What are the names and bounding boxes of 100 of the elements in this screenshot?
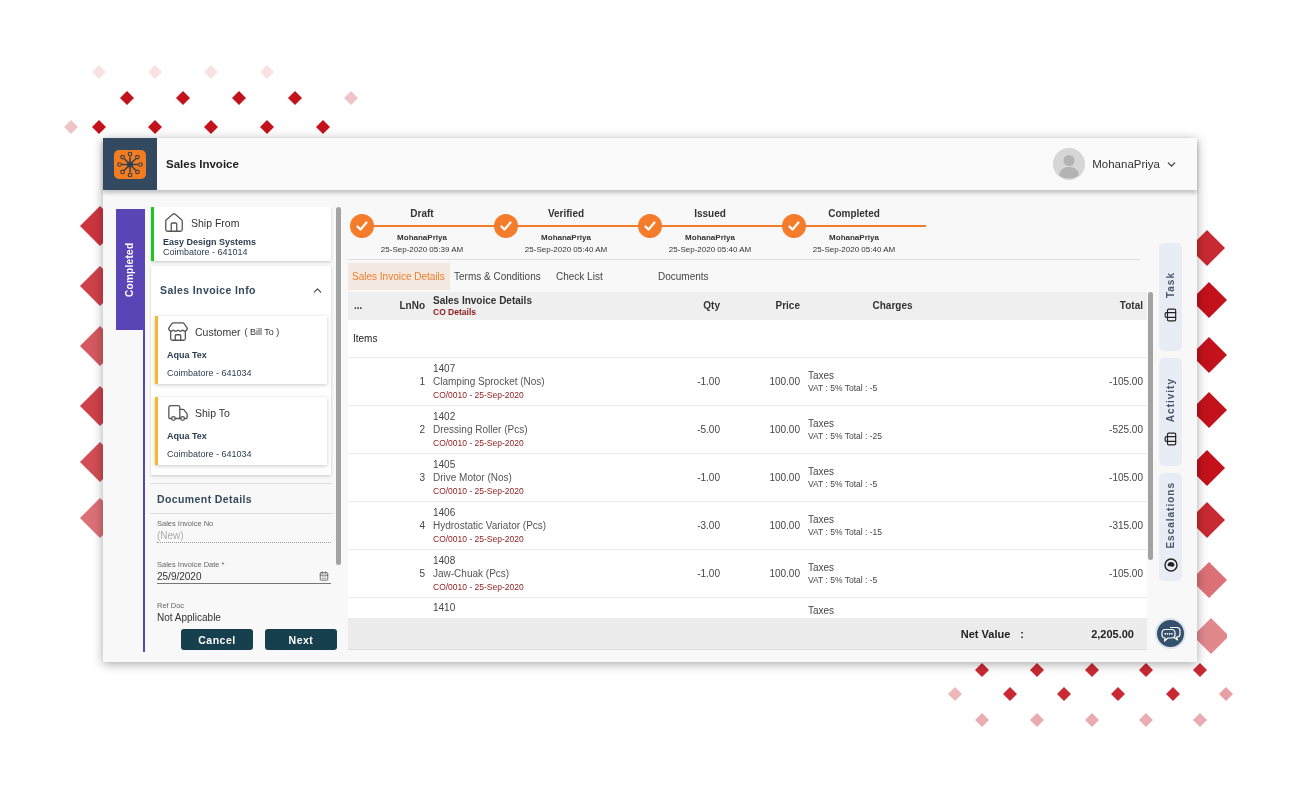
- charge-type: Taxes: [808, 561, 836, 574]
- party-address: Coimbatore - 641014: [163, 247, 249, 257]
- group-label: Items: [353, 333, 378, 344]
- briefcase-icon: [1163, 308, 1178, 323]
- charge-type: Taxes: [808, 465, 836, 478]
- charge-detail: VAT : 5% Total : -15: [808, 526, 884, 538]
- summary-label: Net Value: [960, 627, 1011, 640]
- column-subheader: CO Details: [433, 307, 477, 317]
- house-icon: [163, 212, 185, 234]
- chat-button[interactable]: [1155, 618, 1186, 649]
- table-cell-text: -315.00: [1108, 519, 1144, 532]
- action-button[interactable]: Cancel: [181, 629, 253, 650]
- side-tab[interactable]: Task: [1159, 243, 1182, 351]
- column-header: Sales Invoice Details: [433, 295, 533, 307]
- step-time: 25-Sep-2020 05:39 AM: [379, 244, 465, 256]
- calendar-icon[interactable]: [319, 571, 329, 581]
- table-cell-text: 3: [418, 471, 426, 484]
- table-cell-text: 100.00: [768, 471, 800, 484]
- charge-detail: VAT : 5% Total : -5: [808, 574, 879, 586]
- table-cell-text: 100.00: [768, 519, 800, 532]
- step-user: MohanaPriya: [684, 232, 736, 244]
- column-header: Total: [1118, 300, 1143, 312]
- table-cell-text: 1: [418, 375, 426, 388]
- order-reference: CO/0010 - 25-Sep-2020: [433, 533, 525, 545]
- column-header: Price: [774, 300, 800, 312]
- item-code: 1408: [433, 554, 457, 567]
- order-reference: CO/0010 - 25-Sep-2020: [433, 389, 525, 401]
- charge-type: Taxes: [808, 513, 836, 526]
- card-qualifier: ( Bill To ): [244, 327, 280, 337]
- action-button[interactable]: Next: [265, 629, 337, 650]
- scrollbar[interactable]: [1148, 292, 1153, 560]
- item-code: 1406: [433, 506, 457, 519]
- scrollbar[interactable]: [336, 207, 341, 565]
- step-time: 25-Sep-2020 05:40 AM: [811, 244, 897, 256]
- table-cell-text: 2: [418, 423, 426, 436]
- chat-icon: [1160, 625, 1181, 642]
- store-icon: [167, 321, 189, 343]
- column-header: ...: [354, 300, 364, 312]
- table-cell-text: -105.00: [1108, 567, 1144, 580]
- side-tab[interactable]: Activity: [1159, 358, 1182, 466]
- circle-icon: [1163, 558, 1178, 573]
- party-name: Aqua Tex: [167, 350, 208, 360]
- logo-icon: [114, 149, 146, 179]
- tab[interactable]: Terms & Conditions: [450, 263, 552, 290]
- summary-separator: :: [1020, 627, 1024, 640]
- table-cell-text: -525.00: [1108, 423, 1144, 436]
- table-cell-text: 4: [418, 519, 426, 532]
- charge-type: Taxes: [808, 604, 836, 617]
- table-cell-text: -1.00: [696, 471, 720, 484]
- table-cell-text: -105.00: [1108, 471, 1144, 484]
- truck-icon: [167, 402, 189, 424]
- tab[interactable]: Documents: [654, 263, 756, 290]
- party-name: Easy Design Systems: [163, 237, 258, 247]
- date-field[interactable]: 25/9/2020: [157, 569, 331, 584]
- table-cell-text: 100.00: [768, 375, 800, 388]
- column-header: LnNo: [398, 300, 425, 312]
- charge-type: Taxes: [808, 417, 836, 430]
- column-header: Qty: [702, 300, 720, 312]
- item-name: Dressing Roller (Pcs): [433, 423, 529, 437]
- item-code: 1410: [433, 601, 457, 614]
- side-tab[interactable]: Escalations: [1159, 473, 1182, 581]
- tab[interactable]: Check List: [552, 263, 654, 290]
- step-title: Completed: [827, 208, 881, 220]
- party-address: Coimbatore - 641034: [167, 449, 253, 459]
- item-code: 1407: [433, 362, 457, 375]
- order-reference: CO/0010 - 25-Sep-2020: [433, 485, 525, 497]
- table-cell-text: -105.00: [1108, 375, 1144, 388]
- step-time: 25-Sep-2020 05:40 AM: [523, 244, 609, 256]
- summary-value: 2,205.00: [1090, 627, 1134, 640]
- table-cell-text: 100.00: [768, 567, 800, 580]
- item-name: Clamping Sprocket (Nos): [433, 375, 546, 389]
- table-cell-text: 100.00: [768, 423, 800, 436]
- step-title: Draft: [409, 208, 435, 220]
- page-title: Sales Invoice: [166, 158, 239, 170]
- step-title: Issued: [693, 208, 727, 220]
- section-title: Sales Invoice Info: [160, 284, 256, 296]
- step-time: 25-Sep-2020 05:40 AM: [667, 244, 753, 256]
- step-title: Verified: [546, 208, 586, 220]
- stage-label: Completed: [116, 209, 143, 330]
- table-cell-text: -1.00: [696, 375, 720, 388]
- item-name: Hydrostatic Variator (Pcs): [433, 519, 548, 533]
- card-title: Ship From: [191, 217, 240, 229]
- column-header: Charges: [871, 300, 914, 312]
- table-cell-text: -3.00: [696, 519, 720, 532]
- item-name: Jaw-Chuak (Pcs): [433, 567, 511, 581]
- item-name: Drive Motor (Nos): [433, 471, 513, 485]
- step-user: MohanaPriya: [396, 232, 448, 244]
- table-cell-text: -5.00: [696, 423, 720, 436]
- step-user: MohanaPriya: [828, 232, 880, 244]
- order-reference: CO/0010 - 25-Sep-2020: [433, 437, 525, 449]
- user-menu-button[interactable]: MohanaPriya: [1092, 157, 1178, 171]
- item-code: 1405: [433, 458, 457, 471]
- party-name: Aqua Tex: [167, 431, 208, 441]
- table-cell-text: 5: [418, 567, 426, 580]
- avatar-icon: [1053, 148, 1086, 180]
- card-title: Customer: [195, 326, 241, 338]
- briefcase-icon: [1163, 432, 1178, 447]
- order-reference: CO/0010 - 25-Sep-2020: [433, 581, 525, 593]
- card-title: Ship To: [195, 407, 230, 419]
- charge-type: Taxes: [808, 369, 836, 382]
